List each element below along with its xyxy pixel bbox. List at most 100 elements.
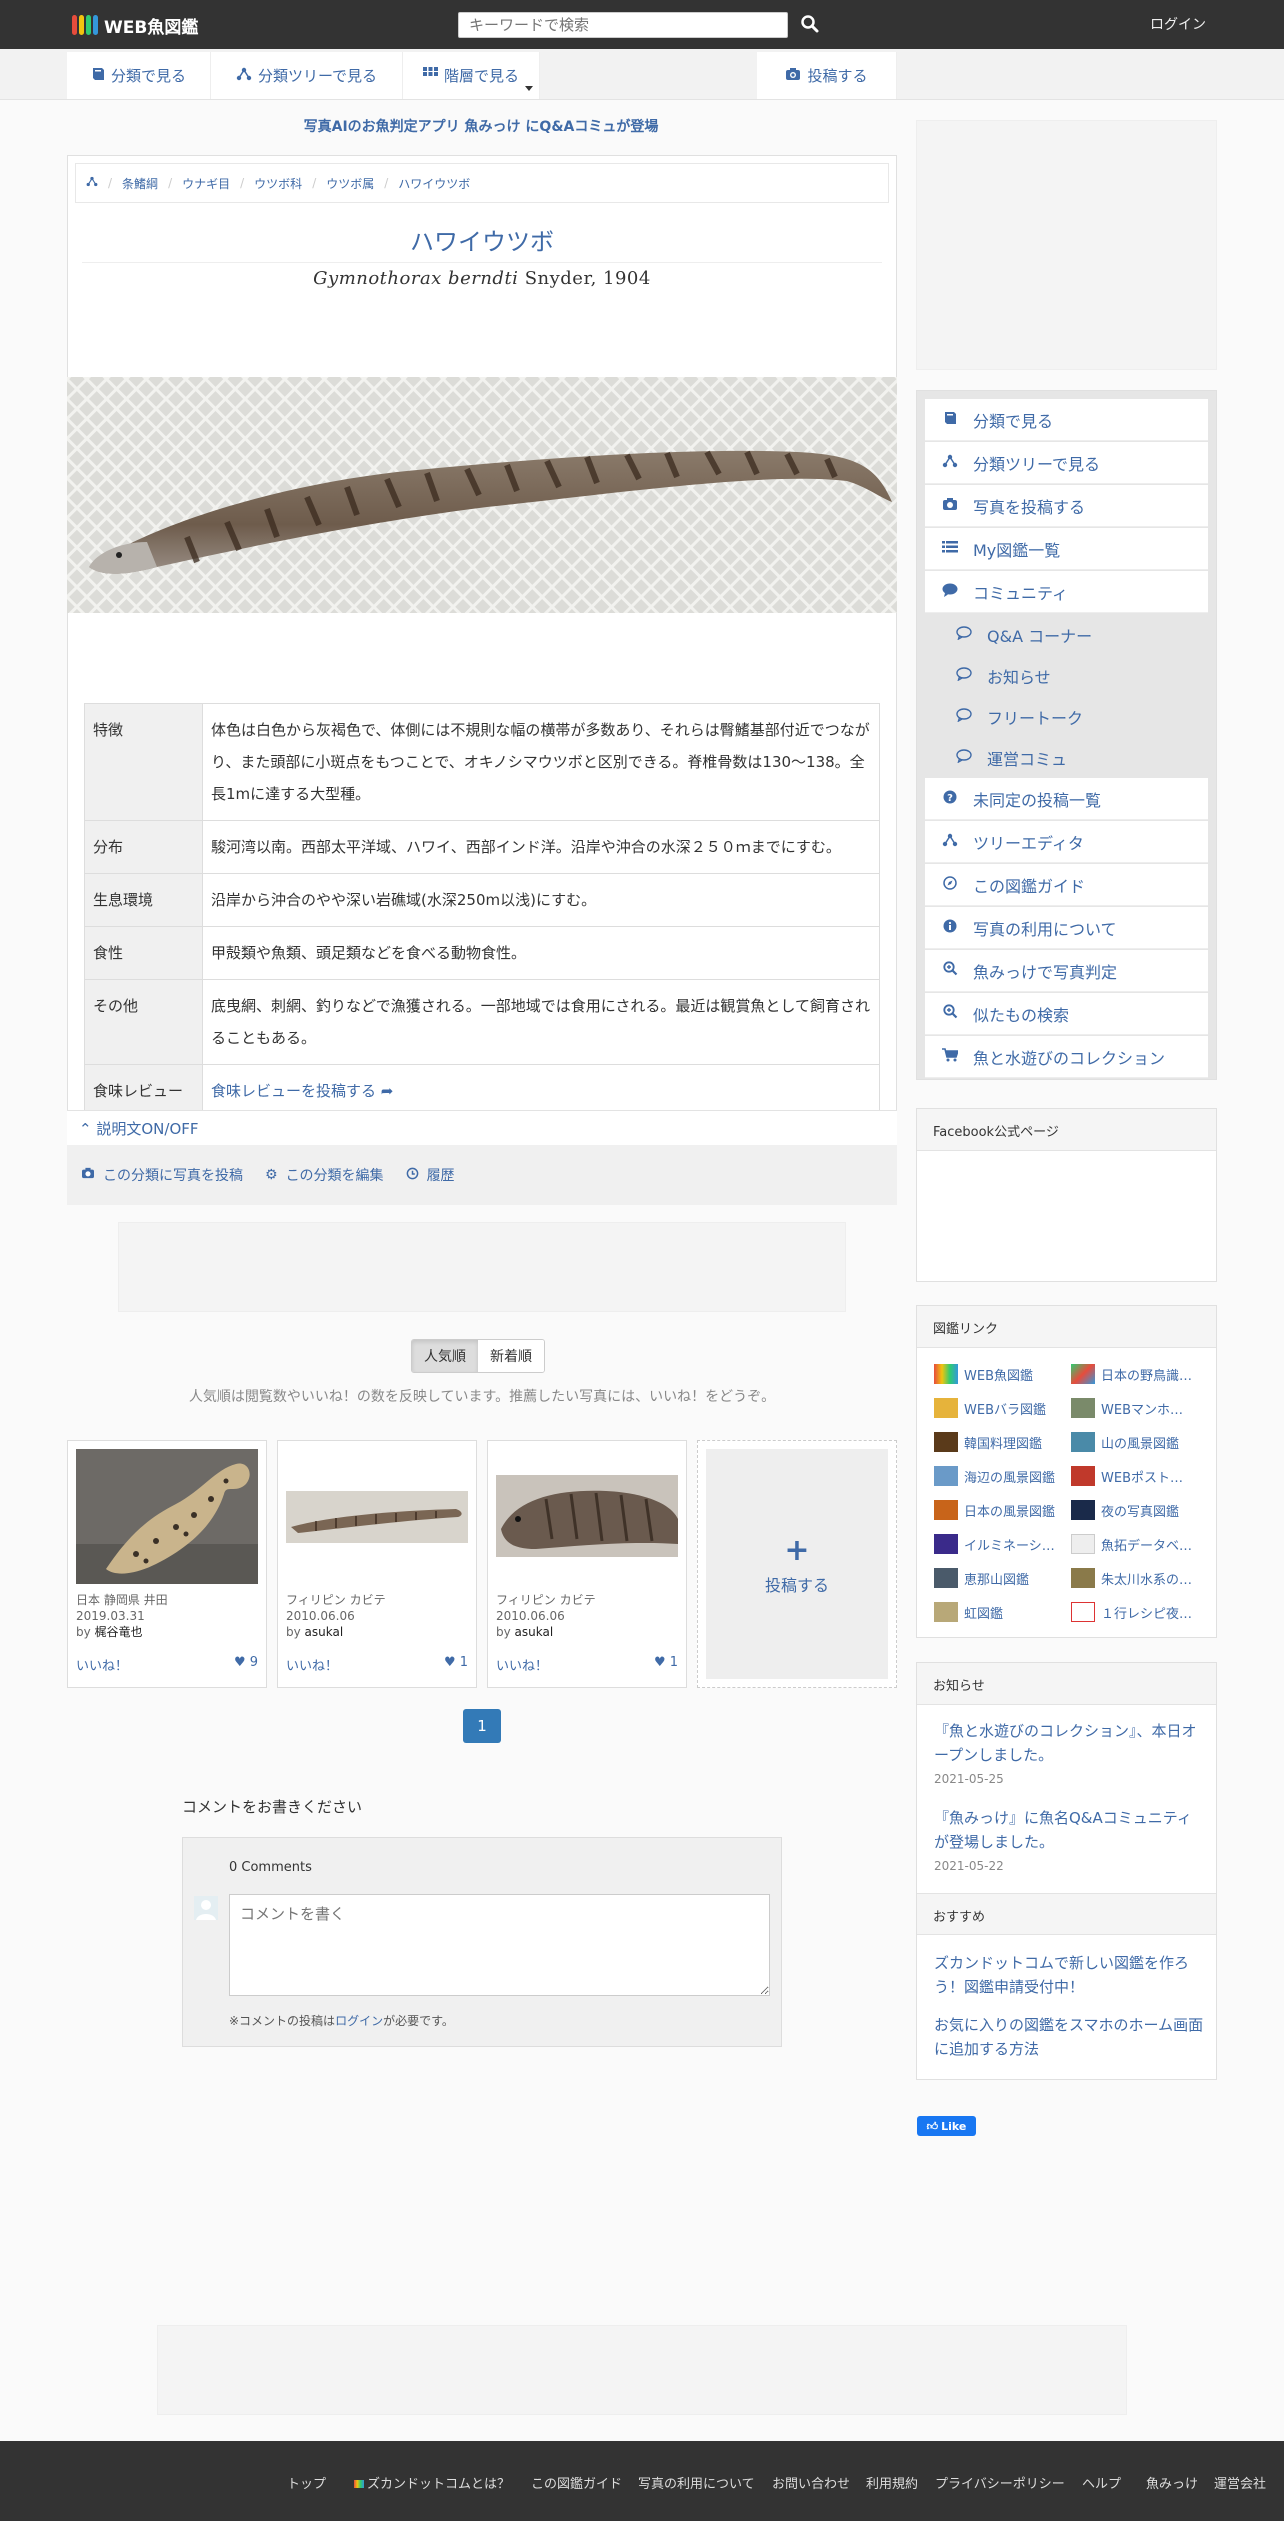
sidebar-item-tree[interactable]: 分類ツリーで見る — [925, 442, 1208, 484]
breadcrumb-item[interactable]: ウツボ科 — [254, 175, 302, 192]
photo-card[interactable]: フィリピン カビテ 2010.06.06 by asukal いいね！ ♥ 1 — [277, 1440, 477, 1688]
sidebar-item-community[interactable]: コミュニティ — [925, 571, 1208, 613]
photo-user-link[interactable]: 梶谷竜也 — [95, 1625, 143, 1639]
news-item[interactable]: 『魚みっけ』に魚名Q&Aコミュニティが登場しました。 — [934, 1806, 1204, 1854]
site-name: WEB魚図鑑 — [104, 17, 199, 38]
site-logo[interactable]: WEB魚図鑑 — [72, 12, 198, 38]
photo-thumbnail[interactable] — [286, 1449, 468, 1584]
breadcrumb-item[interactable]: ハワイウツボ — [398, 175, 470, 192]
chevron-up-icon: ⌃ — [79, 1120, 92, 1138]
tree-icon[interactable] — [86, 176, 98, 190]
zukan-link[interactable]: 夜の写真図鑑 — [1071, 1500, 1201, 1520]
info-key: 特徴 — [84, 703, 203, 821]
zukan-icon — [934, 1398, 958, 1418]
recommend-item[interactable]: お気に入りの図鑑をスマホのホーム画面に追加する方法 — [934, 2013, 1204, 2061]
footer-link-company[interactable]: 運営会社 — [1214, 2473, 1266, 2492]
sort-note: 人気順は閲覧数やいいね！の数を反映しています。推薦したい写真には、いいね！をどう… — [188, 1389, 776, 1405]
photo-card[interactable]: フィリピン カビテ 2010.06.06 by asukal いいね！ ♥ 1 — [487, 1440, 687, 1688]
footer-link-photo-usage[interactable]: 写真の利用について — [638, 2473, 755, 2492]
tab-tree-view[interactable]: 分類ツリーで見る — [211, 52, 403, 99]
zukan-link[interactable]: 恵那山図鑑 — [934, 1568, 1064, 1588]
zukan-link[interactable]: WEBバラ図鑑 — [934, 1398, 1064, 1418]
facebook-like-button[interactable]: 👍︎ Like — [917, 2116, 976, 2136]
breadcrumb-item[interactable]: ウツボ属 — [326, 175, 374, 192]
edit-taxon-link[interactable]: ⚙ この分類を編集 — [265, 1165, 384, 1185]
info-key: 分布 — [84, 820, 203, 874]
species-photo[interactable] — [67, 377, 897, 613]
footer-link-about[interactable]: ズカンドットコムとは？ — [354, 2473, 510, 2492]
comment-count: 0 Comments — [229, 1860, 312, 1875]
zukan-link[interactable]: 山の風景図鑑 — [1071, 1432, 1201, 1452]
sidebar-item-classification[interactable]: 分類で見る — [925, 399, 1208, 441]
comment-input[interactable] — [229, 1894, 770, 1996]
facebook-panel: Facebook公式ページ — [916, 1108, 1217, 1282]
zukan-link-label: WEBマンホ… — [1101, 1402, 1183, 1418]
photo-user-link[interactable]: asukal — [305, 1625, 344, 1639]
breadcrumb-item[interactable]: 条鰭綱 — [122, 175, 158, 192]
sort-popular-button[interactable]: 人気順 — [412, 1340, 478, 1372]
zukan-icon — [354, 2480, 364, 2488]
announcement-link[interactable]: 写真AIのお魚判定アプリ 魚みっけ にQ&Aコミュが登場 — [67, 116, 895, 136]
sidebar-item-my-zukan[interactable]: My図鑑一覧 — [925, 528, 1208, 570]
sidebar-item-unidentified[interactable]: ? 未同定の投稿一覧 — [925, 778, 1208, 820]
sidebar-item-admin-community[interactable]: 運営コミュ — [925, 737, 1208, 779]
tab-by-classification[interactable]: 分類で見る — [67, 52, 211, 99]
zukan-link[interactable]: １行レシピ夜… — [1071, 1602, 1201, 1622]
photo-card[interactable]: 日本 静岡県 井田 2019.03.31 by 梶谷竜也 いいね！ ♥ 9 — [67, 1440, 267, 1688]
sidebar-item-free-talk[interactable]: フリートーク — [925, 696, 1208, 738]
zukan-link-label: WEBポスト… — [1101, 1470, 1183, 1486]
sidebar-item-photo-usage[interactable]: 写真の利用について — [925, 907, 1208, 949]
zukan-link[interactable]: WEBポスト… — [1071, 1466, 1201, 1486]
sidebar-item-tree-editor[interactable]: ツリーエディタ — [925, 821, 1208, 863]
login-link[interactable]: ログイン — [1150, 14, 1206, 34]
recommend-item[interactable]: ズカンドットコムで新しい図鑑を作ろう！図鑑申請受付中！ — [934, 1951, 1204, 1999]
footer-link-terms[interactable]: 利用規約 — [866, 2473, 918, 2492]
sidebar-item-sakana-mikke[interactable]: 魚みっけで写真判定 — [925, 950, 1208, 992]
footer-link-contact[interactable]: お問い合わせ — [772, 2473, 850, 2492]
zukan-link[interactable]: 海辺の風景図鑑 — [934, 1466, 1064, 1486]
zukan-link[interactable]: 日本の風景図鑑 — [934, 1500, 1064, 1520]
zukan-link[interactable]: 朱太川水系の… — [1071, 1568, 1201, 1588]
footer-link-sakana-mikke[interactable]: 魚みっけ — [1146, 2473, 1198, 2492]
breadcrumb-item[interactable]: ウナギ目 — [182, 175, 230, 192]
photo-user-link[interactable]: asukal — [515, 1625, 554, 1639]
sidebar-item-post-photo[interactable]: 写真を投稿する — [925, 485, 1208, 527]
tab-hierarchy[interactable]: 階層で見る — [403, 52, 540, 99]
zukan-link[interactable]: イルミネーシ… — [934, 1534, 1064, 1554]
zoom-in-icon — [941, 1004, 959, 1023]
photo-thumbnail[interactable] — [496, 1449, 678, 1584]
zukan-link[interactable]: 虹図鑑 — [934, 1602, 1064, 1622]
description-toggle[interactable]: ⌃ 説明文ON/OFF — [67, 1110, 897, 1145]
sidebar-item-similar-search[interactable]: 似たもの検索 — [925, 993, 1208, 1035]
taste-review-link[interactable]: 食味レビューを投稿する — [211, 1082, 376, 1100]
post-button[interactable]: 投稿する — [757, 52, 897, 99]
sort-newest-button[interactable]: 新着順 — [478, 1340, 544, 1372]
like-button[interactable]: いいね！ — [286, 1655, 338, 1674]
footer-link-top[interactable]: トップ — [287, 2473, 326, 2492]
photo-thumbnail[interactable] — [76, 1449, 258, 1584]
news-item[interactable]: 『魚と水遊びのコレクション』、本日オープンしました。 — [934, 1719, 1204, 1767]
zukan-link[interactable]: WEBマンホ… — [1071, 1398, 1201, 1418]
footer-link-privacy[interactable]: プライバシーポリシー — [935, 2473, 1065, 2492]
zukan-link[interactable]: 韓国料理図鑑 — [934, 1432, 1064, 1452]
zukan-link[interactable]: WEB魚図鑑 — [934, 1364, 1064, 1384]
footer-link-help[interactable]: ヘルプ — [1082, 2473, 1121, 2492]
login-link[interactable]: ログイン — [335, 2014, 383, 2028]
post-photo-link[interactable]: この分類に写真を投稿 — [81, 1165, 243, 1185]
sidebar-item-guide[interactable]: この図鑑ガイド — [925, 864, 1208, 906]
footer-link-guide[interactable]: この図鑑ガイド — [531, 2473, 622, 2492]
sidebar-item-qa[interactable]: Q&A コーナー — [925, 614, 1208, 656]
like-button[interactable]: いいね！ — [76, 1655, 128, 1674]
sidebar-item-news[interactable]: お知らせ — [925, 655, 1208, 697]
tree-icon — [941, 454, 959, 472]
zukan-link[interactable]: 魚拓データベ… — [1071, 1534, 1201, 1554]
zukan-link[interactable]: 日本の野鳥識… — [1071, 1364, 1201, 1384]
search-icon[interactable] — [800, 14, 820, 34]
history-link[interactable]: 履歴 — [406, 1165, 455, 1185]
post-photo-tile[interactable]: + 投稿する — [697, 1440, 897, 1688]
search-input[interactable] — [458, 12, 788, 38]
pagination-page-button[interactable]: 1 — [463, 1709, 501, 1743]
like-button[interactable]: いいね！ — [496, 1655, 548, 1674]
sidebar-item-collection[interactable]: 魚と水遊びのコレクション — [925, 1036, 1208, 1078]
panel-title: Facebook公式ページ — [917, 1109, 1216, 1151]
